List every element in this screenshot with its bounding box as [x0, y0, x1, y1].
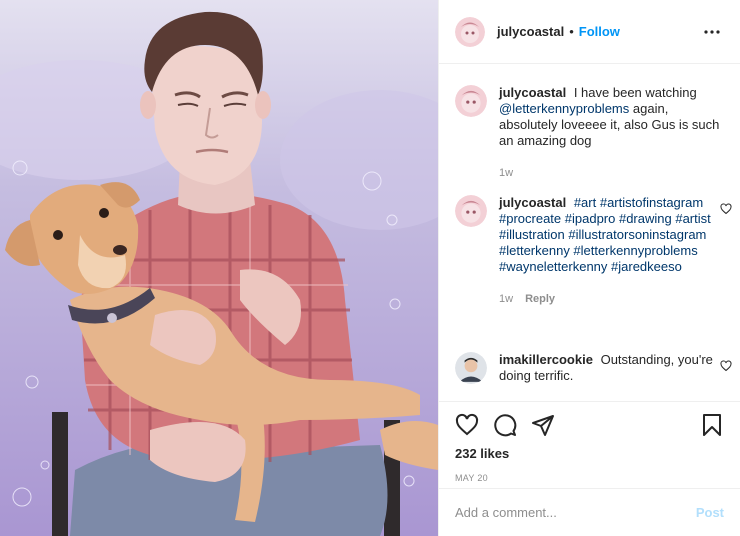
follow-button[interactable]: Follow — [579, 24, 620, 39]
post-actions: 232 likes MAY 20 — [439, 401, 740, 483]
likes-count[interactable]: 232 likes — [455, 446, 724, 461]
post-date[interactable]: MAY 20 — [455, 473, 724, 483]
action-bar — [455, 402, 724, 448]
separator-dot: • — [569, 24, 574, 39]
comment-username[interactable]: julycoastal — [499, 85, 566, 100]
avatar[interactable] — [455, 85, 487, 117]
comment-meta: 1w — [499, 165, 724, 181]
comment-time[interactable]: 1w — [499, 291, 513, 307]
post-username[interactable]: julycoastal — [497, 24, 564, 39]
comment-body: julycoastal I have been watching @letter… — [499, 85, 724, 181]
illustration — [0, 0, 438, 536]
comment-icon[interactable] — [493, 413, 517, 437]
more-options-icon[interactable] — [700, 20, 724, 44]
post-sidebar: julycoastal • Follow julycoastal I have … — [438, 0, 740, 536]
post-header: julycoastal • Follow — [439, 0, 740, 64]
post-modal: julycoastal • Follow julycoastal I have … — [0, 0, 740, 536]
like-heart-icon[interactable] — [455, 413, 479, 437]
comment-time[interactable]: 1w — [499, 165, 513, 181]
post-comment-button[interactable]: Post — [696, 505, 724, 520]
comments-list[interactable]: julycoastal I have been watching @letter… — [439, 65, 740, 401]
hashtag-comment: julycoastal #art #artistofinstagram #pro… — [455, 195, 732, 307]
reply-button[interactable]: Reply — [525, 291, 555, 307]
comment-body: julycoastal #art #artistofinstagram #pro… — [499, 195, 724, 307]
comment-username[interactable]: julycoastal — [499, 195, 566, 210]
like-comment-heart-icon[interactable] — [720, 203, 732, 215]
avatar[interactable] — [455, 16, 485, 47]
comment-body: imakillercookie Outstanding, you're doin… — [499, 352, 724, 384]
avatar[interactable] — [455, 195, 487, 227]
save-bookmark-icon[interactable] — [700, 413, 724, 437]
like-comment-heart-icon[interactable] — [720, 360, 732, 372]
post-image[interactable] — [0, 0, 438, 536]
mention-link[interactable]: @letterkennyproblems — [499, 101, 629, 116]
comment-username[interactable]: imakillercookie — [499, 352, 593, 367]
comment-meta: 1w Reply — [499, 291, 724, 307]
comment-input[interactable] — [455, 505, 696, 520]
avatar[interactable] — [455, 352, 487, 384]
comment-text: I have been watching — [573, 85, 697, 100]
add-comment-bar: Post — [439, 488, 740, 536]
share-icon[interactable] — [531, 413, 555, 437]
user-comment: imakillercookie Outstanding, you're doin… — [455, 352, 732, 384]
caption-comment: julycoastal I have been watching @letter… — [455, 85, 724, 181]
